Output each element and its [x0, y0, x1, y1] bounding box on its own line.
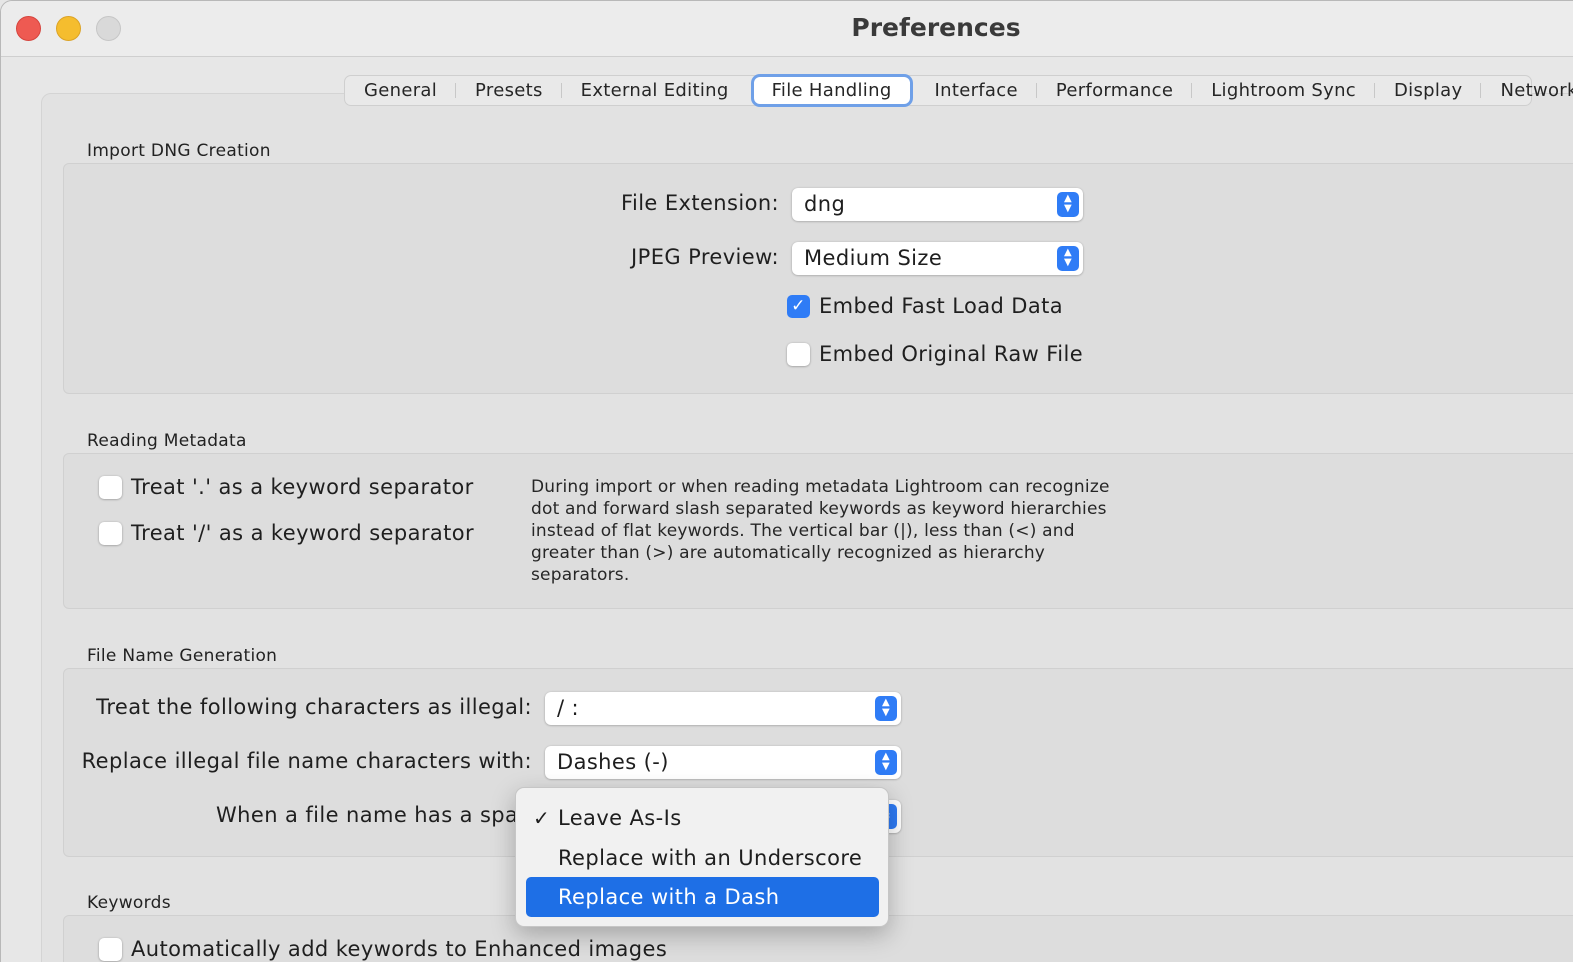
dot-separator-label: Treat '.' as a keyword separator: [131, 475, 474, 499]
title-bar: Preferences: [1, 1, 1573, 57]
jpeg-preview-value: Medium Size: [804, 246, 943, 270]
file-extension-label: File Extension:: [621, 191, 779, 215]
metadata-description: During import or when reading metadata L…: [531, 477, 1110, 585]
checkbox-box: [787, 342, 810, 366]
embed-fast-load-label: Embed Fast Load Data: [819, 294, 1064, 318]
file-name-generation-title: File Name Generation: [87, 646, 278, 666]
replace-characters-select[interactable]: Dashes (-) ▲ ▼: [545, 746, 901, 779]
slash-separator-checkbox[interactable]: Treat '/' as a keyword separator: [99, 521, 474, 545]
menu-item-leave-as-is[interactable]: ✓ Leave As-Is: [526, 798, 879, 838]
chevron-updown-icon: ▲▼: [875, 696, 897, 721]
tab-external-editing[interactable]: External Editing: [562, 76, 748, 105]
jpeg-preview-label: JPEG Preview:: [631, 245, 779, 269]
auto-add-keywords-checkbox[interactable]: Automatically add keywords to Enhanced i…: [99, 937, 667, 961]
checkbox-box: [99, 521, 122, 545]
keywords-title: Keywords: [87, 893, 171, 913]
tab-general[interactable]: General: [345, 76, 457, 105]
menu-item-replace-dash[interactable]: Replace with a Dash: [526, 877, 879, 917]
chevron-updown-icon: ▲▼: [1057, 192, 1079, 217]
embed-raw-label: Embed Original Raw File: [819, 342, 1084, 366]
import-dng-title: Import DNG Creation: [87, 141, 271, 161]
jpeg-preview-select[interactable]: Medium Size ▲ ▼: [792, 242, 1083, 275]
illegal-characters-label: Treat the following characters as illega…: [96, 695, 532, 719]
preferences-window: Preferences General Presets External Edi…: [0, 0, 1573, 962]
tab-network[interactable]: Network: [1481, 76, 1573, 105]
embed-raw-checkbox[interactable]: Embed Original Raw File: [787, 342, 1083, 366]
replace-characters-value: Dashes (-): [557, 750, 669, 774]
chevron-updown-icon: ▲▼: [1057, 246, 1079, 271]
slash-separator-label: Treat '/' as a keyword separator: [131, 521, 475, 545]
replace-characters-label: Replace illegal file name characters wit…: [81, 749, 532, 773]
file-extension-select[interactable]: dng ▲ ▼: [792, 188, 1083, 221]
menu-item-label: Leave As-Is: [558, 806, 682, 830]
space-handling-menu: ✓ Leave As-Is Replace with an Underscore…: [515, 787, 889, 927]
chevron-updown-icon: ▲▼: [875, 750, 897, 775]
illegal-characters-value: / :: [557, 696, 580, 720]
tab-display[interactable]: Display: [1375, 76, 1482, 105]
dot-separator-checkbox[interactable]: Treat '.' as a keyword separator: [99, 475, 474, 499]
tab-interface[interactable]: Interface: [916, 76, 1038, 105]
menu-item-label: Replace with an Underscore: [558, 846, 863, 870]
tab-presets[interactable]: Presets: [456, 76, 562, 105]
tab-performance[interactable]: Performance: [1037, 76, 1193, 105]
tab-file-handling[interactable]: File Handling: [753, 77, 910, 104]
menu-item-label: Replace with a Dash: [558, 885, 780, 909]
checkmark-icon: ✓: [533, 806, 551, 830]
space-handling-label: When a file name has a spac: [216, 803, 531, 827]
auto-add-keywords-label: Automatically add keywords to Enhanced i…: [131, 937, 668, 961]
file-extension-value: dng: [804, 192, 846, 216]
checkbox-box: [99, 475, 122, 499]
preferences-tab-bar: General Presets External Editing File Ha…: [344, 75, 1573, 106]
tab-lightroom-sync[interactable]: Lightroom Sync: [1192, 76, 1375, 105]
reading-metadata-title: Reading Metadata: [87, 431, 247, 451]
window-title: Preferences: [851, 13, 1021, 42]
embed-fast-load-checkbox[interactable]: ✓ Embed Fast Load Data: [787, 294, 1063, 318]
illegal-characters-select[interactable]: / : ▲ ▼: [545, 692, 901, 725]
checkmark-icon: ✓: [787, 294, 810, 318]
checkbox-box: [99, 937, 122, 961]
menu-item-replace-underscore[interactable]: Replace with an Underscore: [526, 838, 879, 878]
